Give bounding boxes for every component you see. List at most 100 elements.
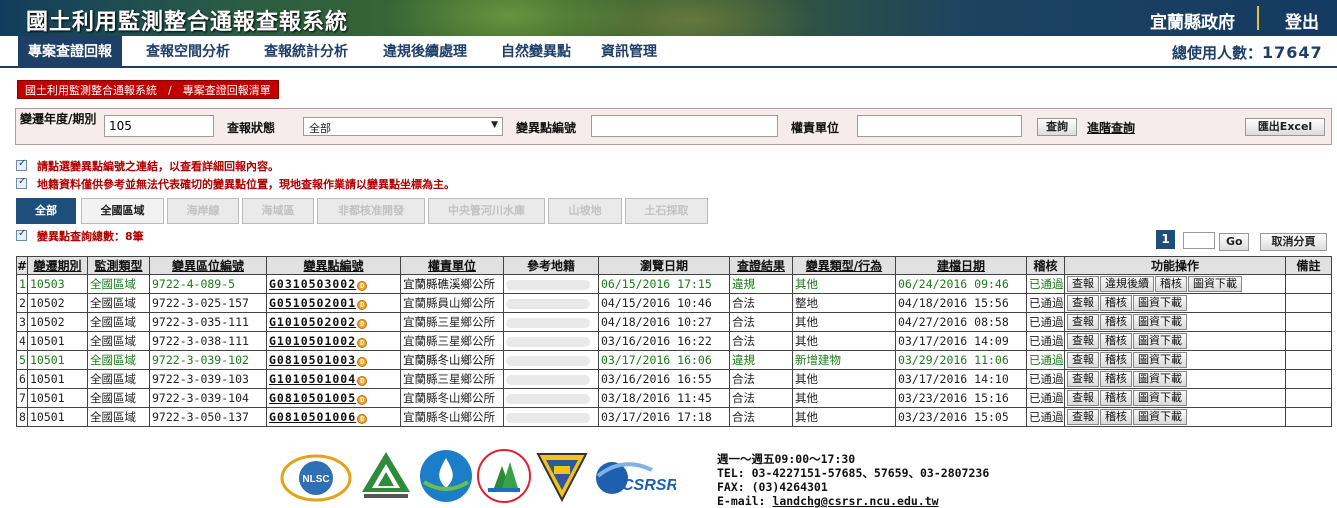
export-excel-button[interactable]: 匯出Excel	[1245, 118, 1325, 136]
redacted-cadastral	[506, 279, 590, 290]
action-button[interactable]: 查報	[1067, 390, 1099, 406]
point-id-link[interactable]: G1010501002	[269, 334, 356, 348]
action-button[interactable]: 圖資下載	[1133, 295, 1187, 311]
col-header-result[interactable]: 查證結果	[729, 256, 793, 275]
point-id-link[interactable]: G0810501005	[269, 391, 356, 405]
search-panel: 變遷年度/期別 查報狀態 全部 ▼ 變異點編號 權責單位 查詢 進階查詢 匯出E…	[15, 108, 1332, 145]
nav-item-natural-change[interactable]: 自然變異點	[501, 36, 571, 68]
cell-point-id: G0810501006 D	[266, 407, 401, 427]
note-text: 地籍資料僅供參考並無法代表確切的變異點位置，現地查報作業請以變異點坐標為主。	[37, 178, 455, 191]
cancel-paging-button[interactable]: 取消分頁	[1260, 233, 1327, 251]
col-header-kind[interactable]: 變異類型/行為	[792, 256, 896, 275]
action-button[interactable]: 圖資下載	[1133, 409, 1187, 425]
nav-item-project-report[interactable]: 專案查證回報	[18, 36, 122, 68]
service-hours: 週一～週五09:00～17:30	[717, 452, 856, 466]
point-id-input[interactable]	[591, 115, 778, 137]
action-button[interactable]: 圖資下載	[1133, 352, 1187, 368]
period-label: 變遷年度/期別	[20, 112, 97, 126]
nav-item-spatial-analysis[interactable]: 查報空間分析	[146, 36, 230, 68]
cell-kind: 其他	[792, 388, 896, 408]
tab-coastline: 海岸線	[167, 198, 239, 224]
action-button[interactable]: 稽核	[1100, 352, 1132, 368]
action-button[interactable]: 稽核	[1100, 333, 1132, 349]
cell-browse-date: 03/16/2016 16:55	[598, 369, 730, 389]
contact-fax: FAX: (03)4264301	[717, 480, 828, 494]
action-button[interactable]: 稽核	[1100, 295, 1132, 311]
logout-link[interactable]: 登出	[1285, 8, 1319, 33]
action-button[interactable]: 查報	[1067, 314, 1099, 330]
cell-period: 10502	[27, 312, 88, 332]
col-header-remarks: 備註	[1285, 256, 1332, 275]
cell-kind: 新增建物	[792, 350, 896, 370]
contact-email: E-mail: landchg@csrsr.ncu.edu.tw	[717, 494, 939, 508]
period-input[interactable]	[104, 115, 214, 137]
marker-dot-icon[interactable]: D	[357, 338, 368, 348]
page-input[interactable]	[1183, 232, 1215, 249]
nav-item-statistics[interactable]: 查報統計分析	[264, 36, 348, 68]
current-page[interactable]: 1	[1156, 230, 1175, 249]
marker-dot-icon[interactable]: D	[357, 395, 368, 405]
action-button[interactable]: 圖資下載	[1133, 314, 1187, 330]
nav-item-violation-followup[interactable]: 違規後續處理	[383, 36, 467, 68]
action-button[interactable]: 稽核	[1100, 371, 1132, 387]
status-select[interactable]: 全部 ▼	[303, 117, 503, 136]
point-id-link[interactable]: G1010501004	[269, 372, 356, 386]
marker-dot-icon[interactable]: D	[357, 414, 368, 424]
advanced-query-link[interactable]: 進階查詢	[1087, 119, 1135, 136]
action-button[interactable]: 稽核	[1155, 276, 1187, 292]
point-id-link[interactable]: G0310503002	[269, 277, 356, 291]
cell-cadastral	[503, 293, 599, 313]
redacted-cadastral	[506, 355, 590, 366]
action-button[interactable]: 違規後續	[1100, 276, 1154, 292]
point-id-link[interactable]: G1010502002	[269, 315, 356, 329]
marker-dot-icon[interactable]: D	[357, 357, 368, 367]
col-header-unit[interactable]: 權責單位	[400, 256, 504, 275]
tab-national-area[interactable]: 全國區域	[81, 198, 164, 224]
action-button[interactable]: 查報	[1067, 409, 1099, 425]
col-header-period[interactable]: 變遷期別	[27, 256, 88, 275]
action-button[interactable]: 圖資下載	[1133, 371, 1187, 387]
cell-remarks	[1285, 293, 1332, 313]
action-button[interactable]: 查報	[1067, 295, 1099, 311]
cell-kind: 其他	[792, 407, 896, 427]
action-button[interactable]: 查報	[1067, 333, 1099, 349]
table-row: 8 10501 全國區域 9722-3-050-137 G0810501006 D 宜蘭縣冬…	[16, 407, 1332, 427]
cell-type: 全國區域	[87, 388, 150, 408]
go-button[interactable]: Go	[1219, 233, 1249, 251]
action-button[interactable]: 查報	[1067, 352, 1099, 368]
nav-item-info-management[interactable]: 資訊管理	[601, 36, 657, 68]
unit-input[interactable]	[857, 115, 1022, 137]
action-button[interactable]: 圖資下載	[1133, 390, 1187, 406]
svg-text:CSRSR: CSRSR	[622, 477, 676, 494]
point-id-link[interactable]: G0810501003	[269, 353, 356, 367]
action-button[interactable]: 稽核	[1100, 314, 1132, 330]
action-button[interactable]: 查報	[1067, 276, 1099, 292]
cell-actions: 查報 稽核 圖資下載	[1064, 312, 1286, 332]
query-button[interactable]: 查詢	[1037, 118, 1077, 136]
note-text: 請點選變異點編號之連結，以查看詳細回報內容。	[37, 160, 279, 173]
point-id-link[interactable]: G0810501006	[269, 410, 356, 424]
cell-no: 2	[16, 293, 28, 313]
action-button[interactable]: 稽核	[1100, 390, 1132, 406]
col-header-audit: 稽核	[1026, 256, 1065, 275]
cell-kind: 其他	[792, 274, 896, 294]
col-header-created[interactable]: 建檔日期	[895, 256, 1027, 275]
email-link[interactable]: landchg@csrsr.ncu.edu.tw	[772, 494, 938, 508]
chevron-down-icon: ▼	[491, 120, 498, 130]
action-button[interactable]: 圖資下載	[1133, 333, 1187, 349]
marker-dot-icon[interactable]: D	[357, 281, 368, 291]
col-header-point-id[interactable]: 變異點編號	[266, 256, 401, 275]
action-button[interactable]: 稽核	[1100, 409, 1132, 425]
marker-dot-icon[interactable]: D	[357, 319, 368, 329]
col-header-location[interactable]: 變異區位編號	[149, 256, 267, 275]
point-id-link[interactable]: G0510502001	[269, 296, 356, 310]
nlsc-logo-icon: NLSC	[280, 454, 352, 502]
tab-all[interactable]: 全部	[16, 198, 76, 224]
cell-browse-date: 04/18/2016 10:27	[598, 312, 730, 332]
water-logo-icon	[420, 450, 472, 502]
action-button[interactable]: 查報	[1067, 371, 1099, 387]
action-button[interactable]: 圖資下載	[1188, 276, 1242, 292]
marker-dot-icon[interactable]: D	[357, 376, 368, 386]
col-header-type[interactable]: 監測類型	[87, 256, 150, 275]
marker-dot-icon[interactable]: D	[357, 300, 368, 310]
